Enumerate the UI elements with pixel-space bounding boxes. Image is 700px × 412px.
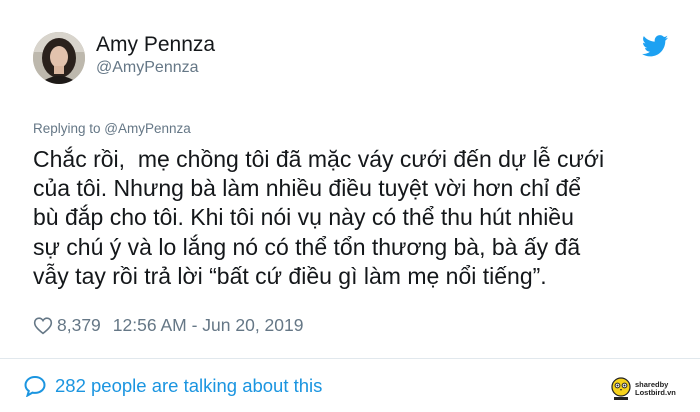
watermark-logo: sharedby Lostbird.vn: [610, 374, 682, 404]
author-handle[interactable]: @AmyPennza: [96, 59, 199, 77]
speech-bubble-icon: [24, 375, 46, 397]
tweet-meta: 8,379 12:56 AM - Jun 20, 2019: [33, 314, 304, 336]
tweet-timestamp[interactable]: 12:56 AM - Jun 20, 2019: [113, 315, 304, 336]
like-count[interactable]: 8,379: [57, 315, 101, 336]
avatar[interactable]: [33, 32, 85, 84]
watermark-line2: Lostbird.vn: [635, 388, 676, 397]
divider: [0, 358, 700, 359]
twitter-bird-icon[interactable]: [642, 35, 668, 57]
heart-icon[interactable]: [33, 316, 53, 335]
replying-to-label[interactable]: Replying to @AmyPennza: [33, 121, 191, 136]
author-name[interactable]: Amy Pennza: [96, 33, 215, 57]
tweet-text: Chắc rồi, mẹ chồng tôi đã mặc váy cưới đ…: [33, 146, 605, 289]
owl-icon: [611, 377, 631, 400]
talking-link[interactable]: 282 people are talking about this: [23, 374, 322, 398]
talking-label[interactable]: 282 people are talking about this: [55, 375, 322, 397]
